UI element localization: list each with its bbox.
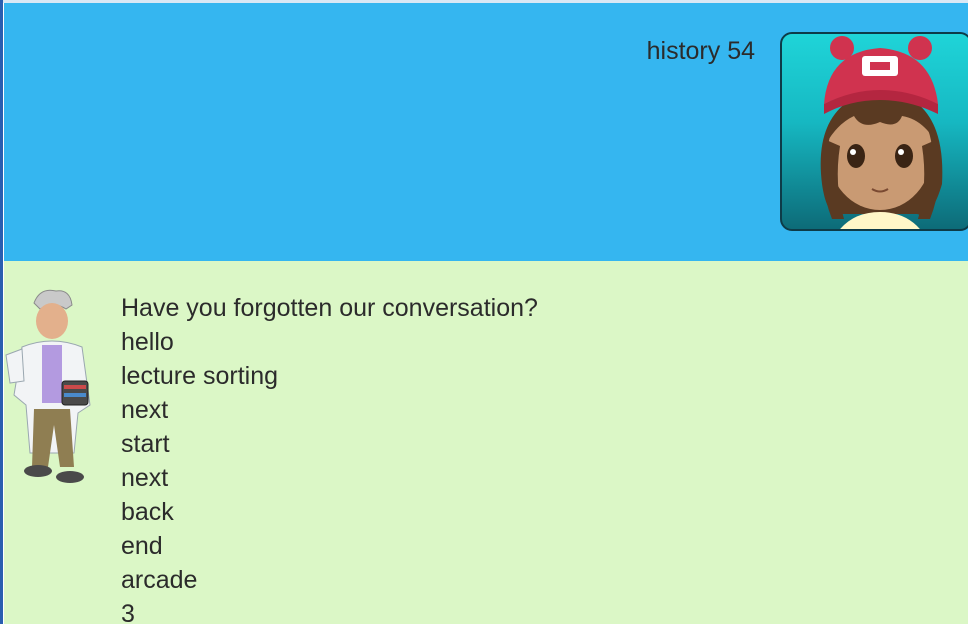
- window-left-border: [0, 0, 3, 624]
- user-message-text: history 54: [646, 37, 755, 65]
- bot-message-line: back: [121, 498, 174, 526]
- professor-avatar-drawing: [5, 289, 91, 483]
- bot-message-line: start: [121, 430, 170, 458]
- bot-message-line: next: [121, 464, 169, 492]
- girl-trainer-avatar-drawing: [820, 36, 943, 229]
- bot-message-line: end: [121, 532, 163, 560]
- bot-message-lines: Have you forgotten our conversation? hel…: [121, 291, 538, 624]
- chat-window: history 54 Have you forgotten our conver…: [0, 0, 968, 624]
- user-message-row: history 54: [4, 3, 968, 261]
- bot-message-line: arcade: [121, 566, 198, 594]
- bot-message-row: Have you forgotten our conversation? hel…: [4, 261, 968, 624]
- bot-message-line: hello: [121, 328, 174, 356]
- bot-message-line: 3: [121, 600, 135, 624]
- bot-message-line: next: [121, 396, 169, 424]
- girl-trainer-avatar-icon: [780, 32, 968, 231]
- bot-message-line: Have you forgotten our conversation?: [121, 294, 538, 322]
- professor-avatar-icon: [4, 285, 104, 495]
- bot-message-line: lecture sorting: [121, 362, 279, 390]
